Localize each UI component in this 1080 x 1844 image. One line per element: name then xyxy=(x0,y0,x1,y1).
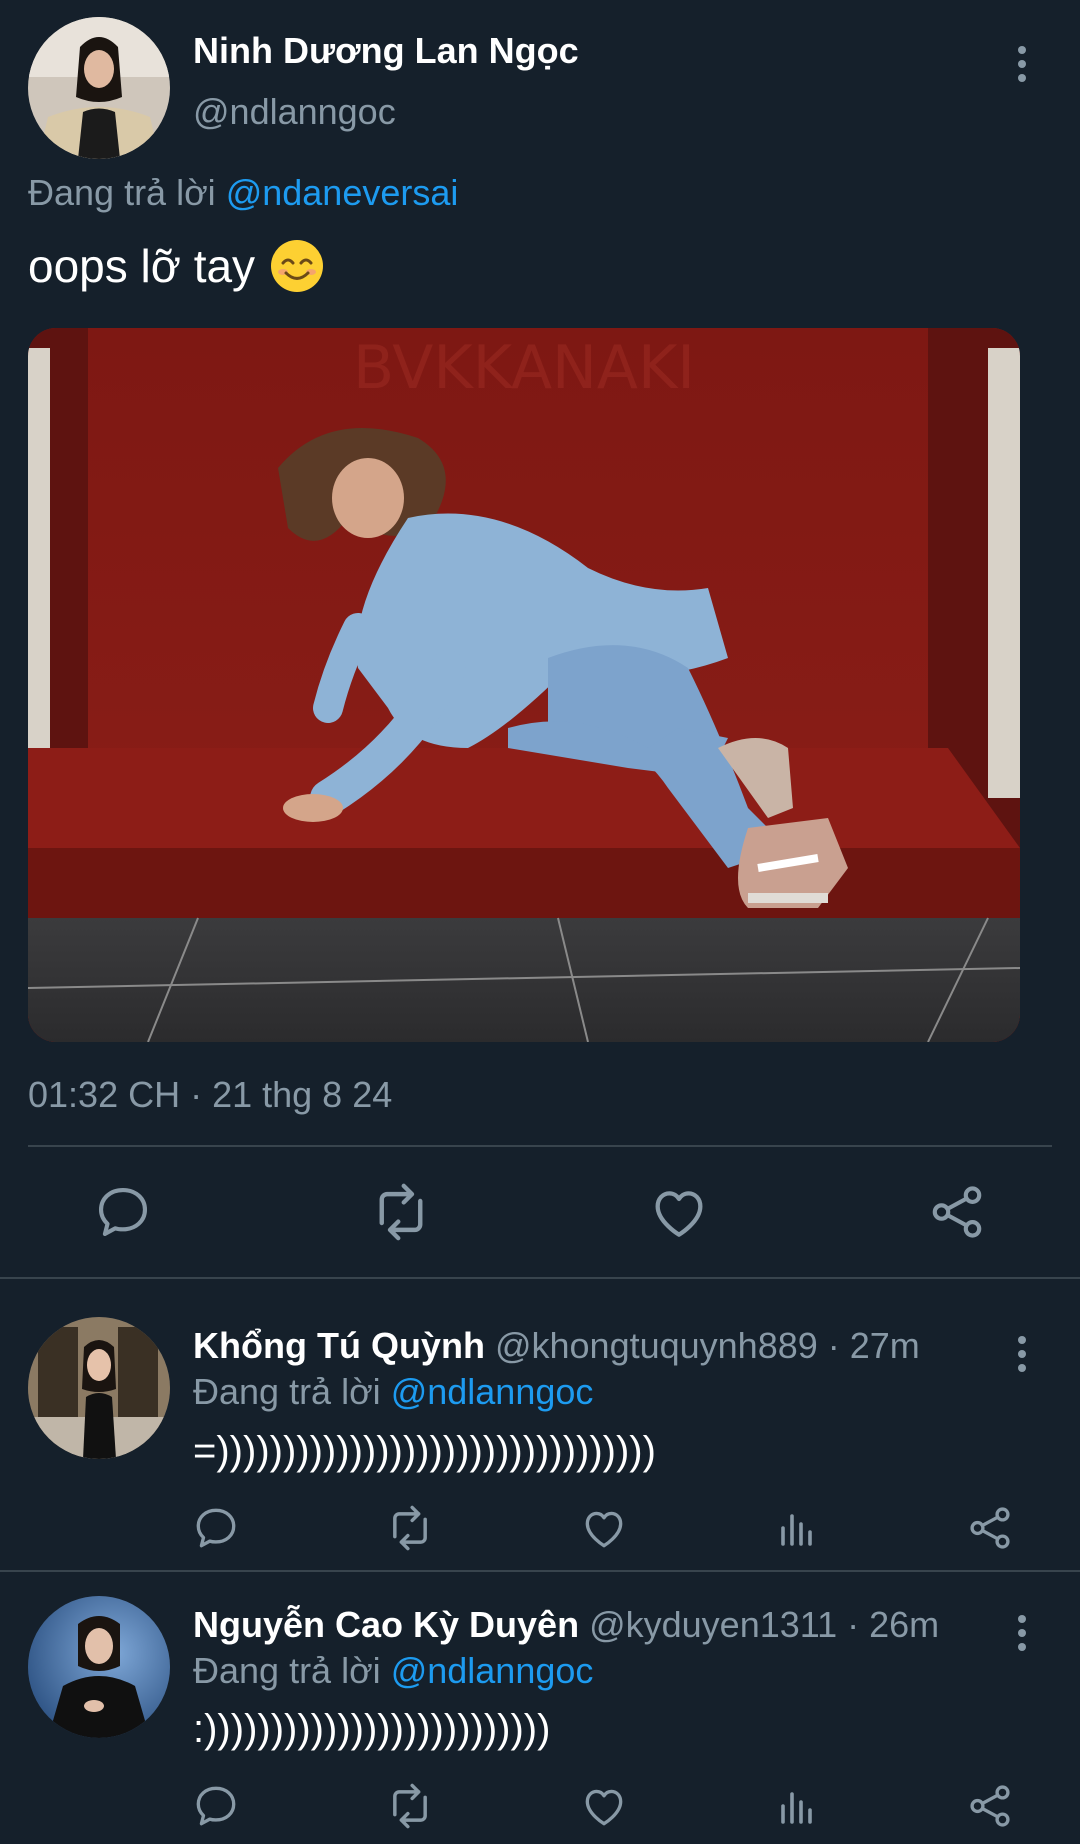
tweet-text: oops lỡ tay xyxy=(28,238,325,294)
replying-to-line: Đang trả lời @ndaneversai xyxy=(28,172,458,214)
like-icon[interactable] xyxy=(576,1780,632,1832)
tweet-timestamp[interactable]: 01:32 CH · 21 thg 8 24 xyxy=(28,1074,392,1116)
retweet-icon[interactable] xyxy=(382,1780,438,1832)
reply-author-name[interactable]: Khổng Tú Quỳnh xyxy=(193,1325,485,1366)
replying-to-label: Đang trả lời xyxy=(28,172,226,213)
reply-tweet[interactable]: Khổng Tú Quỳnh @khongtuquynh889 · 27m Đa… xyxy=(0,1280,1080,1570)
like-icon[interactable] xyxy=(576,1502,632,1554)
reply-icon[interactable] xyxy=(188,1780,244,1832)
replying-to-mention[interactable]: @ndlanngoc xyxy=(391,1371,594,1412)
reply-header: Khổng Tú Quỳnh @khongtuquynh889 · 27m xyxy=(193,1325,920,1367)
replying-to-label: Đang trả lời xyxy=(193,1371,391,1412)
reply-text: =))))))))))))))))))))))))))))))))) xyxy=(193,1429,656,1473)
replying-to-mention[interactable]: @ndlanngoc xyxy=(391,1650,594,1691)
reply-avatar[interactable] xyxy=(28,1317,170,1459)
author-avatar[interactable] xyxy=(28,17,170,159)
divider xyxy=(28,1145,1052,1147)
more-options-icon[interactable] xyxy=(1007,42,1037,86)
share-icon[interactable] xyxy=(922,1180,992,1244)
reply-author-handle[interactable]: @kyduyen1311 xyxy=(589,1604,837,1645)
author-handle[interactable]: @ndlanngoc xyxy=(193,91,396,133)
like-icon[interactable] xyxy=(644,1180,714,1244)
thread-divider xyxy=(0,1277,1080,1279)
author-name[interactable]: Ninh Dương Lan Ngọc xyxy=(193,30,579,72)
more-options-icon[interactable] xyxy=(1007,1332,1037,1376)
reply-tweet[interactable]: Nguyễn Cao Kỳ Duyên @kyduyen1311 · 26m Đ… xyxy=(0,1556,1080,1844)
reply-icon[interactable] xyxy=(88,1180,158,1244)
tweet-photo[interactable]: BVKKANAKI xyxy=(28,328,1020,1042)
tweet-text-content: oops lỡ tay xyxy=(28,240,256,292)
svg-text:BVKKANAKI: BVKKANAKI xyxy=(353,333,695,403)
main-tweet: Ninh Dương Lan Ngọc @ndlanngoc Đang trả … xyxy=(0,0,1080,1280)
retweet-icon[interactable] xyxy=(382,1502,438,1554)
smiling-face-emoji-icon xyxy=(271,240,324,292)
replying-to-line: Đang trả lời @ndlanngoc xyxy=(193,1371,593,1413)
reply-time: · 26m xyxy=(837,1604,940,1645)
reply-avatar[interactable] xyxy=(28,1596,170,1738)
reply-text: :)))))))))))))))))))))))))) xyxy=(193,1707,551,1751)
reply-header: Nguyễn Cao Kỳ Duyên @kyduyen1311 · 26m xyxy=(193,1604,939,1646)
replying-to-line: Đang trả lời @ndlanngoc xyxy=(193,1650,593,1692)
share-icon[interactable] xyxy=(962,1780,1018,1832)
reply-author-handle[interactable]: @khongtuquynh889 xyxy=(495,1325,818,1366)
retweet-icon[interactable] xyxy=(366,1180,436,1244)
replying-to-mention[interactable]: @ndaneversai xyxy=(226,172,459,213)
share-icon[interactable] xyxy=(962,1502,1018,1554)
reply-author-name[interactable]: Nguyễn Cao Kỳ Duyên xyxy=(193,1604,579,1645)
stats-icon[interactable] xyxy=(769,1780,825,1832)
reply-time: · 27m xyxy=(817,1325,920,1366)
more-options-icon[interactable] xyxy=(1007,1611,1037,1655)
stats-icon[interactable] xyxy=(769,1502,825,1554)
reply-icon[interactable] xyxy=(188,1502,244,1554)
replying-to-label: Đang trả lời xyxy=(193,1650,391,1691)
